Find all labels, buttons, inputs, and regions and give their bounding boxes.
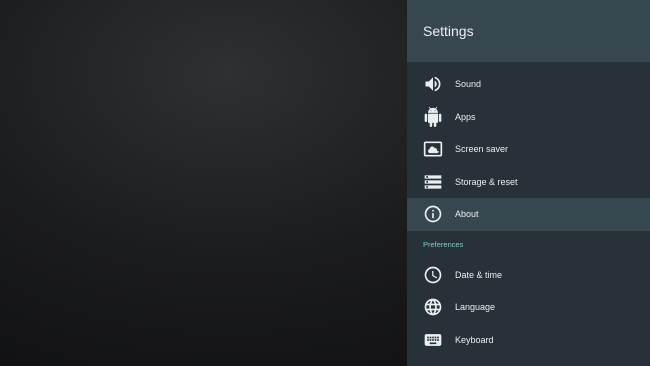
settings-panel: Settings Sound Apps Screen saver Storage [407, 0, 650, 366]
android-icon [423, 106, 443, 127]
tv-screen: Settings Sound Apps Screen saver Storage [0, 0, 650, 366]
preferences-section-header: Preferences [407, 231, 650, 259]
menu-item-storage-reset[interactable]: Storage & reset [407, 166, 650, 199]
menu-item-label: Keyboard [455, 334, 494, 345]
menu-item-language[interactable]: Language [407, 291, 650, 324]
menu-item-apps[interactable]: Apps [407, 101, 650, 134]
globe-icon [423, 297, 443, 317]
settings-header: Settings [407, 0, 650, 62]
settings-title: Settings [423, 23, 474, 39]
storage-icon [423, 172, 443, 192]
menu-item-label: About [455, 209, 479, 220]
menu-item-label: Screen saver [455, 144, 509, 155]
menu-item-label: Apps [455, 111, 476, 122]
preferences-label: Preferences [423, 240, 464, 249]
menu-item-date-time[interactable]: Date & time [407, 259, 650, 292]
menu-item-keyboard[interactable]: Keyboard [407, 324, 650, 357]
menu-item-sound[interactable]: Sound [407, 68, 650, 101]
menu-item-label: Language [455, 302, 496, 313]
screen-saver-icon [423, 139, 443, 159]
info-icon [423, 204, 443, 224]
menu-item-label: Date & time [455, 269, 503, 280]
volume-icon [423, 74, 443, 94]
clock-icon [423, 265, 443, 285]
menu-item-label: Storage & reset [455, 176, 518, 187]
menu-item-label: Sound [455, 79, 482, 90]
keyboard-icon [423, 330, 443, 350]
menu-item-screen-saver[interactable]: Screen saver [407, 133, 650, 166]
menu-item-about[interactable]: About [407, 198, 650, 231]
